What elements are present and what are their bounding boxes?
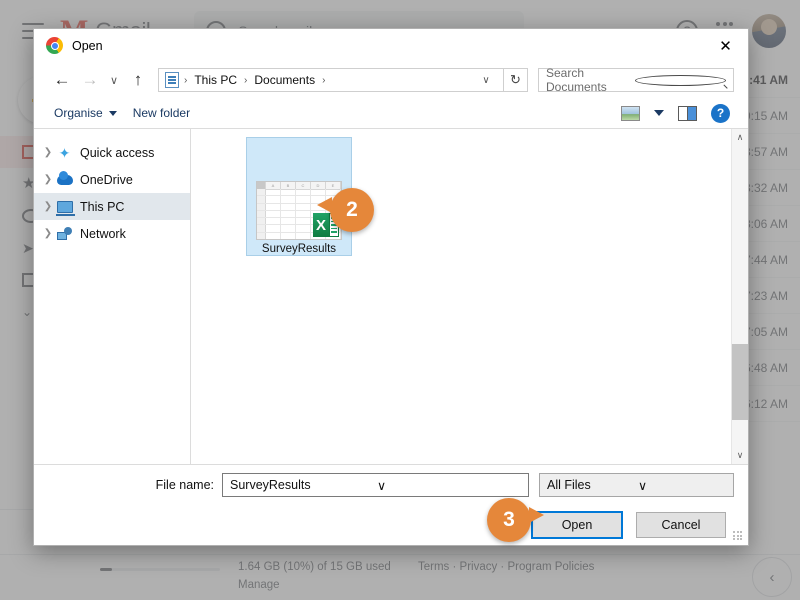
file-list-pane[interactable]: A B C D E X SurveyResults ∧ ∨ xyxy=(191,129,748,464)
sidebar-item-onedrive[interactable]: ❯ OneDrive xyxy=(34,166,190,193)
view-layout-icon[interactable] xyxy=(621,105,640,121)
sidebar-item-label: Quick access xyxy=(80,145,155,160)
network-icon xyxy=(56,226,73,242)
toolbar-view-controls: ? xyxy=(621,103,736,123)
documents-folder-icon xyxy=(165,72,179,88)
chevron-down-icon xyxy=(108,110,117,116)
sidebar-item-this-pc[interactable]: ❯ This PC xyxy=(34,193,190,220)
file-type-filter-value: All Files xyxy=(547,478,591,492)
thumbnail-col: E xyxy=(326,182,341,189)
open-button[interactable]: Open xyxy=(531,511,623,539)
thumbnail-col: A xyxy=(266,182,281,189)
dialog-toolbar: Organise New folder ? xyxy=(34,98,748,129)
sidebar-item-label: Network xyxy=(80,226,126,241)
cloud-icon xyxy=(56,170,73,188)
resize-grip[interactable] xyxy=(733,531,743,541)
chevron-right-icon[interactable]: ❯ xyxy=(40,174,56,185)
thumbnail-col: D xyxy=(311,182,326,189)
organise-label: Organise xyxy=(54,106,103,120)
new-folder-button[interactable]: New folder xyxy=(125,106,198,120)
dialog-title-bar: Open ✕ xyxy=(34,29,748,62)
sidebar-item-label: This PC xyxy=(80,199,125,214)
sidebar-item-network[interactable]: ❯ Network xyxy=(34,220,190,247)
dialog-body: ❯ ✦ Quick access ❯ OneDrive ❯ This PC ❯ … xyxy=(34,129,748,465)
callout-marker-2: 2 xyxy=(317,188,374,232)
organise-button[interactable]: Organise xyxy=(46,106,125,120)
chevron-down-icon[interactable]: ∨ xyxy=(635,478,729,493)
scroll-down-arrow[interactable]: ∨ xyxy=(732,447,748,464)
chevron-right-icon[interactable]: ❯ xyxy=(40,147,56,158)
dialog-action-buttons: Open Cancel xyxy=(48,505,734,545)
file-name-label: SurveyResults xyxy=(261,243,337,255)
search-icon xyxy=(635,74,726,86)
breadcrumb-item-this-pc[interactable]: This PC xyxy=(192,73,239,87)
chevron-down-icon[interactable] xyxy=(654,110,664,116)
search-input[interactable]: Search Documents xyxy=(538,66,734,94)
file-name-field-label: File name: xyxy=(155,478,214,492)
dialog-nav-bar: ← → ∨ ↑ › This PC › Documents › ∨ ↻ Sear… xyxy=(34,62,748,98)
file-name-row: File name: SurveyResults ∨ All Files ∨ xyxy=(48,465,734,505)
breadcrumb-separator: › xyxy=(322,74,326,86)
sidebar-item-quick-access[interactable]: ❯ ✦ Quick access xyxy=(34,139,190,166)
scroll-up-arrow[interactable]: ∧ xyxy=(732,129,748,146)
forward-button[interactable]: → xyxy=(76,67,104,93)
chevron-right-icon[interactable]: ❯ xyxy=(40,201,56,212)
file-name-input[interactable]: SurveyResults ∨ xyxy=(222,473,529,497)
open-file-dialog: Open ✕ ← → ∨ ↑ › This PC › Documents › ∨… xyxy=(33,28,749,546)
thumbnail-col: B xyxy=(281,182,296,189)
scrollbar-track[interactable] xyxy=(732,146,748,447)
preview-pane-icon[interactable] xyxy=(678,105,697,121)
chrome-logo-icon xyxy=(46,37,63,54)
scrollbar[interactable]: ∧ ∨ xyxy=(731,129,748,464)
thumbnail-corner-cell xyxy=(257,182,266,189)
star-pin-icon: ✦ xyxy=(58,144,71,161)
file-type-filter-select[interactable]: All Files ∨ xyxy=(539,473,734,497)
help-icon[interactable]: ? xyxy=(711,103,730,123)
excel-badge-letter: X xyxy=(313,213,329,237)
recent-locations-button[interactable]: ∨ xyxy=(104,67,124,93)
breadcrumb-item-documents[interactable]: Documents xyxy=(252,73,317,87)
close-icon[interactable]: ✕ xyxy=(703,29,748,62)
scrollbar-thumb[interactable] xyxy=(732,344,748,420)
file-name-input-value: SurveyResults xyxy=(230,478,311,492)
dialog-footer: File name: SurveyResults ∨ All Files ∨ O… xyxy=(34,465,748,545)
chevron-right-icon[interactable]: ❯ xyxy=(40,228,56,239)
chevron-down-icon[interactable]: ∨ xyxy=(374,478,524,493)
cancel-button[interactable]: Cancel xyxy=(636,512,726,538)
page-title: Open xyxy=(72,38,103,53)
breadcrumb[interactable]: › This PC › Documents › ∨ xyxy=(158,68,504,92)
computer-icon xyxy=(55,199,75,216)
breadcrumb-separator: › xyxy=(184,74,188,86)
thumbnail-col: C xyxy=(296,182,311,189)
breadcrumb-separator: › xyxy=(244,74,248,86)
up-button[interactable]: ↑ xyxy=(124,67,152,93)
search-placeholder: Search Documents xyxy=(546,66,607,94)
navigation-tree: ❯ ✦ Quick access ❯ OneDrive ❯ This PC ❯ … xyxy=(34,129,191,464)
callout-marker-3: 3 xyxy=(487,498,544,542)
back-button[interactable]: ← xyxy=(48,67,76,93)
sidebar-item-label: OneDrive xyxy=(80,172,133,187)
refresh-icon[interactable]: ↻ xyxy=(504,68,528,92)
chevron-down-icon[interactable]: ∨ xyxy=(475,75,497,86)
